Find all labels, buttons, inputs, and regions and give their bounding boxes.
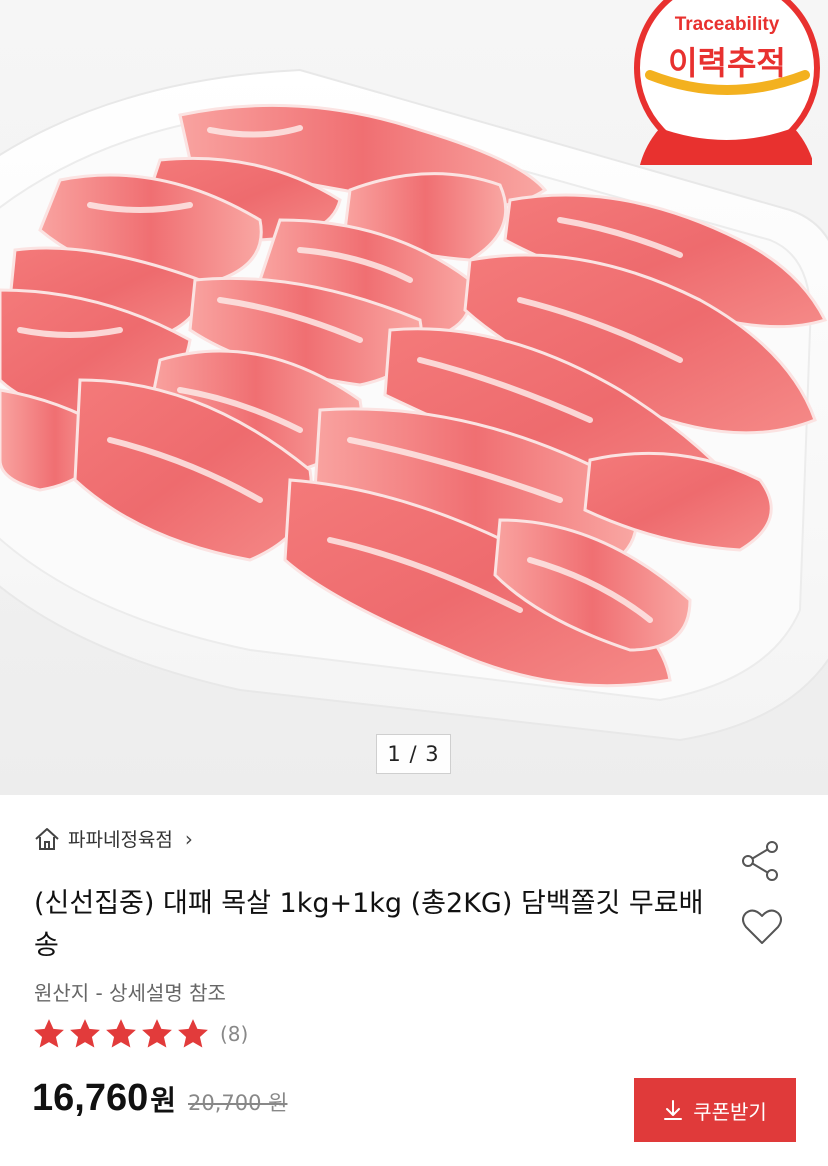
price-block: 16,760 원 20,700 원: [32, 1077, 287, 1120]
badge-bottom-text: 농림축산식품부: [688, 124, 766, 138]
rating[interactable]: (8): [32, 1017, 248, 1051]
heart-icon: [742, 909, 782, 944]
coupon-button[interactable]: 쿠폰받기: [634, 1078, 796, 1142]
download-icon: [664, 1100, 683, 1120]
traceability-badge-text: Traceability 이력추적 농림축산식품부: [637, 0, 817, 160]
sale-price: 16,760: [32, 1077, 149, 1119]
product-title: (신선집중) 대패 목살 1kg+1kg (총2KG) 담백쫄깃 무료배송: [34, 888, 704, 961]
star-icon: [142, 1019, 172, 1048]
star-icon: [70, 1019, 100, 1048]
image-counter: 1 / 3: [376, 734, 451, 774]
star-icon: [178, 1019, 208, 1048]
origin-info: 원산지 - 상세설명 참조: [34, 981, 226, 1005]
price-unit: 원: [150, 1084, 176, 1117]
home-icon: [34, 827, 60, 851]
share-button[interactable]: [738, 837, 786, 885]
star-icon: [106, 1019, 136, 1048]
review-count[interactable]: (8): [220, 1022, 248, 1046]
badge-main-text: 이력추적: [668, 44, 786, 82]
product-image-carousel[interactable]: Traceability 이력추적 농림축산식품부 1 / 3: [0, 0, 828, 795]
badge-top-text: Traceability: [674, 14, 780, 35]
store-link[interactable]: 파파네정육점 ›: [34, 825, 193, 852]
chevron-right-icon: ›: [184, 826, 193, 851]
share-icon: [742, 841, 778, 881]
product-info: 파파네정육점 › (신선집중) 대패 목살 1kg+1kg (총2KG) 담백쫄…: [0, 795, 828, 1166]
star-icon: [34, 1019, 64, 1048]
wishlist-button[interactable]: [738, 903, 786, 951]
coupon-label: 쿠폰받기: [693, 1099, 767, 1124]
original-price: 20,700 원: [188, 1091, 288, 1115]
store-name: 파파네정육점: [68, 829, 173, 851]
